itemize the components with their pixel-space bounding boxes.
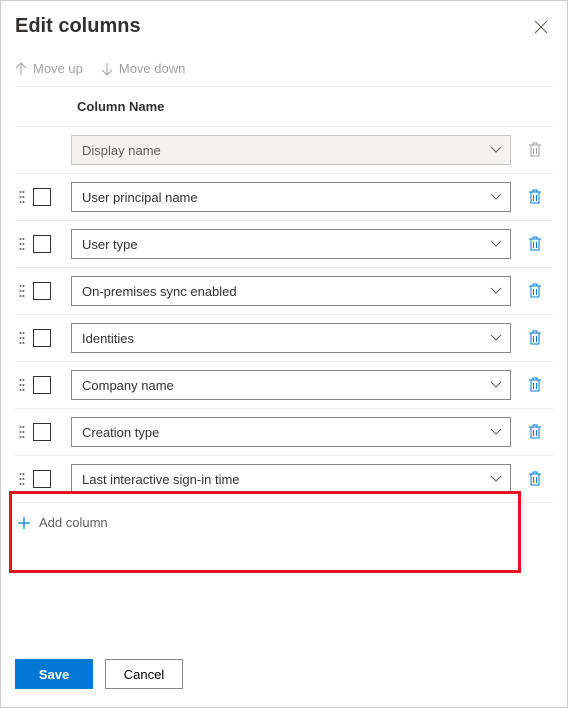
trash-icon bbox=[528, 236, 542, 252]
row-checkbox[interactable] bbox=[33, 423, 51, 441]
column-select[interactable]: Company name bbox=[71, 370, 511, 400]
row-checkbox[interactable] bbox=[33, 470, 51, 488]
column-select[interactable]: User type bbox=[71, 229, 511, 259]
column-select[interactable]: Last interactive sign-in time bbox=[71, 464, 511, 494]
move-up-button[interactable]: Move up bbox=[15, 61, 83, 76]
drag-handle[interactable] bbox=[15, 190, 29, 204]
column-row: Creation type bbox=[15, 409, 553, 456]
trash-icon bbox=[528, 471, 542, 487]
row-checkbox[interactable] bbox=[33, 376, 51, 394]
column-select-label: On-premises sync enabled bbox=[82, 284, 237, 299]
close-icon bbox=[534, 20, 548, 34]
column-select[interactable]: User principal name bbox=[71, 182, 511, 212]
delete-row-button[interactable] bbox=[521, 424, 549, 440]
trash-icon bbox=[528, 330, 542, 346]
column-row: User type bbox=[15, 221, 553, 268]
panel-footer: Save Cancel bbox=[15, 649, 553, 689]
row-checkbox[interactable] bbox=[33, 235, 51, 253]
column-select[interactable]: Creation type bbox=[71, 417, 511, 447]
row-checkbox[interactable] bbox=[33, 188, 51, 206]
column-select-label: Last interactive sign-in time bbox=[82, 472, 240, 487]
edit-columns-panel: Edit columns Move up Move down Column Na… bbox=[0, 0, 568, 708]
column-row: Identities bbox=[15, 315, 553, 362]
locked-column-select: Display name bbox=[71, 135, 511, 165]
save-button[interactable]: Save bbox=[15, 659, 93, 689]
move-down-button[interactable]: Move down bbox=[101, 61, 185, 76]
toolbar: Move up Move down bbox=[15, 61, 553, 87]
move-down-label: Move down bbox=[119, 61, 185, 76]
delete-row-button[interactable] bbox=[521, 283, 549, 299]
table-header-row: Column Name bbox=[15, 87, 553, 127]
add-column-label: Add column bbox=[39, 515, 108, 530]
row-checkbox[interactable] bbox=[33, 282, 51, 300]
delete-row-button[interactable] bbox=[521, 236, 549, 252]
column-row: On-premises sync enabled bbox=[15, 268, 553, 315]
trash-icon bbox=[528, 283, 542, 299]
drag-icon bbox=[19, 284, 25, 298]
drag-handle[interactable] bbox=[15, 284, 29, 298]
arrow-up-icon bbox=[15, 62, 27, 76]
move-up-label: Move up bbox=[33, 61, 83, 76]
column-select-label: User principal name bbox=[82, 190, 198, 205]
column-row: Last interactive sign-in time bbox=[15, 456, 553, 503]
delete-row-button[interactable] bbox=[521, 471, 549, 487]
trash-icon bbox=[528, 189, 542, 205]
locked-column-label: Display name bbox=[82, 143, 161, 158]
arrow-down-icon bbox=[101, 62, 113, 76]
trash-icon bbox=[528, 142, 542, 158]
drag-icon bbox=[19, 190, 25, 204]
locked-column-row: Display name bbox=[15, 127, 553, 174]
trash-icon bbox=[528, 377, 542, 393]
chevron-down-icon bbox=[490, 475, 502, 483]
delete-row-button[interactable] bbox=[521, 330, 549, 346]
column-name-header: Column Name bbox=[73, 99, 521, 114]
chevron-down-icon bbox=[490, 240, 502, 248]
chevron-down-icon bbox=[490, 381, 502, 389]
chevron-down-icon bbox=[490, 428, 502, 436]
column-row: Company name bbox=[15, 362, 553, 409]
drag-icon bbox=[19, 331, 25, 345]
column-row: User principal name bbox=[15, 174, 553, 221]
delete-row-button[interactable] bbox=[521, 377, 549, 393]
column-select[interactable]: Identities bbox=[71, 323, 511, 353]
column-select[interactable]: On-premises sync enabled bbox=[71, 276, 511, 306]
add-column-button[interactable]: Add column bbox=[15, 503, 553, 542]
column-select-label: Identities bbox=[82, 331, 134, 346]
panel-header: Edit columns bbox=[15, 15, 553, 39]
plus-icon bbox=[17, 516, 31, 530]
columns-body: Column Name Display name User principal … bbox=[15, 87, 553, 649]
panel-title: Edit columns bbox=[15, 15, 141, 38]
column-select-label: Creation type bbox=[82, 425, 159, 440]
chevron-down-icon bbox=[490, 334, 502, 342]
trash-icon bbox=[528, 424, 542, 440]
delete-row-button[interactable] bbox=[521, 189, 549, 205]
close-button[interactable] bbox=[529, 15, 553, 39]
drag-icon bbox=[19, 237, 25, 251]
drag-handle[interactable] bbox=[15, 378, 29, 392]
drag-icon bbox=[19, 425, 25, 439]
column-select-label: User type bbox=[82, 237, 138, 252]
drag-handle[interactable] bbox=[15, 472, 29, 486]
chevron-down-icon bbox=[490, 146, 502, 154]
drag-icon bbox=[19, 378, 25, 392]
row-checkbox[interactable] bbox=[33, 329, 51, 347]
delete-locked-button bbox=[521, 142, 549, 158]
drag-handle[interactable] bbox=[15, 237, 29, 251]
drag-handle[interactable] bbox=[15, 425, 29, 439]
chevron-down-icon bbox=[490, 287, 502, 295]
drag-handle[interactable] bbox=[15, 331, 29, 345]
drag-icon bbox=[19, 472, 25, 486]
column-select-label: Company name bbox=[82, 378, 174, 393]
cancel-button[interactable]: Cancel bbox=[105, 659, 183, 689]
chevron-down-icon bbox=[490, 193, 502, 201]
